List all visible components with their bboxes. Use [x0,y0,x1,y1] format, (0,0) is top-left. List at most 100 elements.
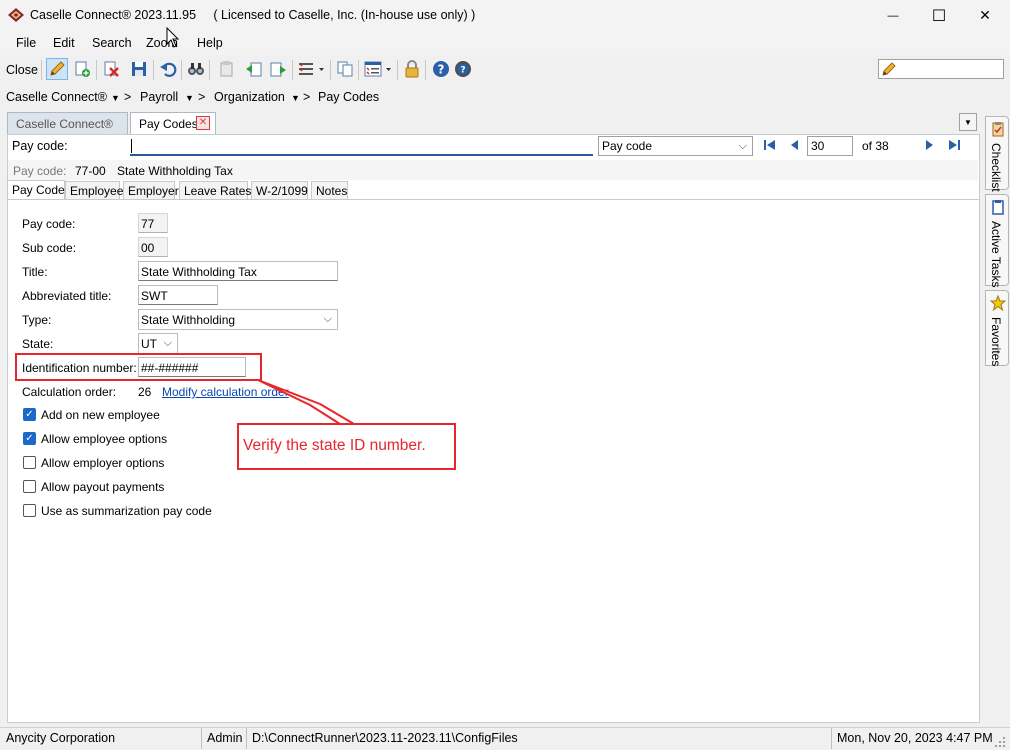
tab-leave-rates[interactable]: Leave Rates [179,181,251,200]
export-button[interactable] [267,58,289,80]
next-record-icon[interactable] [922,138,936,152]
breadcrumb-separator: > [198,90,206,104]
toolbar-separator [425,60,426,80]
toolbar-separator [397,60,398,80]
breadcrumb-caselle[interactable]: Caselle Connect® [6,90,107,104]
tab-employer[interactable]: Employer [123,181,179,200]
allow-payout-payments-label: Allow payout payments [41,480,165,494]
status-organization: Anycity Corporation [6,731,116,745]
help-button[interactable]: ? [430,58,452,80]
side-tab-active-tasks-label: Active Tasks [989,221,1003,288]
export-icon [270,62,286,77]
save-button[interactable] [128,58,150,80]
status-separator [246,728,247,749]
search-field-select[interactable]: Pay code ⌵ [598,136,753,156]
window-close-button[interactable]: ✕ [962,0,1008,31]
tab-employee[interactable]: Employee [65,181,123,200]
status-path: D:\ConnectRunner\2023.11-2023.11\ConfigF… [252,731,518,745]
star-icon [990,295,1006,311]
calculation-order-label: Calculation order: [22,385,117,399]
tab-overflow-button[interactable]: ▼ [959,113,977,131]
edit-button[interactable] [46,58,68,80]
chevron-down-icon: ⌵ [163,337,172,349]
delete-icon [104,61,119,77]
add-record-button[interactable] [71,58,93,80]
breadcrumb-dropdown-icon[interactable]: ▼ [291,93,300,103]
tab-notes[interactable]: Notes [311,181,348,200]
record-info-label: Pay code: [13,164,67,178]
delete-button[interactable] [100,58,122,80]
tab-pay-code[interactable]: Pay Code [7,180,65,200]
allow-payout-payments-checkbox[interactable] [23,480,36,493]
save-icon [132,62,146,76]
find-button[interactable] [185,58,207,80]
toolbar-separator [41,60,42,80]
breadcrumb-organization[interactable]: Organization [214,90,285,104]
side-tab-favorites[interactable]: Favorites [985,290,1009,366]
previous-record-icon[interactable] [788,138,802,152]
svg-text:?: ? [460,66,465,76]
sub-code-value: 00 [138,237,168,257]
undo-button[interactable] [157,58,179,80]
help-topics-icon: ? [455,61,471,77]
import-button[interactable] [243,58,265,80]
pay-code-search-input[interactable] [130,136,593,156]
breadcrumb-separator: > [303,90,311,104]
copy-button[interactable] [334,58,356,80]
toolbar-separator [96,60,97,80]
menu-search[interactable]: Search [92,36,132,50]
lock-icon [405,60,419,78]
breadcrumb-pay-codes[interactable]: Pay Codes [318,90,379,104]
add-on-new-employee-label: Add on new employee [41,408,160,422]
maximize-icon: ☐ [931,7,947,25]
close-icon: ✕ [979,7,991,23]
list-options-button[interactable] [296,58,326,80]
menu-edit[interactable]: Edit [53,36,75,50]
close-icon: ✕ [198,117,208,128]
allow-employer-options-checkbox[interactable] [23,456,36,469]
record-number-input[interactable]: 30 [807,136,853,156]
allow-employee-options-checkbox[interactable]: ✓ [23,432,36,445]
menu-help[interactable]: Help [197,36,223,50]
tab-w2-1099[interactable]: W-2/1099 [251,181,308,200]
first-record-icon[interactable] [763,138,777,152]
toolbar-separator [330,60,331,80]
toolbar-note-field[interactable] [878,59,1004,79]
maximize-button[interactable]: ☐ [916,0,962,31]
last-record-icon[interactable] [947,138,961,152]
doc-tab-caselle-connect[interactable]: Caselle Connect® [7,112,128,134]
menu-file[interactable]: File [16,36,36,50]
calculation-order-value: 26 [138,385,152,399]
breadcrumb-dropdown-icon[interactable]: ▼ [111,93,120,103]
use-as-summarization-checkbox[interactable] [23,504,36,517]
active-tasks-icon [992,200,1004,215]
type-value: State Withholding [141,313,236,327]
type-select[interactable]: State Withholding ⌵ [138,309,338,330]
layout-button[interactable] [362,58,394,80]
abbreviated-title-label: Abbreviated title: [22,289,112,303]
minimize-button[interactable]: — [870,0,916,31]
status-user: Admin [207,731,243,745]
breadcrumb-separator: > [124,90,132,104]
lock-button[interactable] [401,58,423,80]
breadcrumb-payroll[interactable]: Payroll [140,90,178,104]
pencil-icon [882,62,896,76]
type-label: Type: [22,313,52,327]
abbreviated-title-input[interactable]: SWT [138,285,218,305]
resize-grip-icon[interactable] [994,736,1006,748]
annotation-callout-text: Verify the state ID number. [243,437,426,454]
add-on-new-employee-checkbox[interactable]: ✓ [23,408,36,421]
window-title: Caselle Connect® 2023.11.95 ( Licensed t… [30,8,476,22]
help-topics-button[interactable]: ? [452,58,474,80]
edit-icon [50,61,65,76]
side-tab-checklist[interactable]: Checklist [985,116,1009,192]
side-tab-active-tasks[interactable]: Active Tasks [985,194,1009,288]
title-input[interactable]: State Withholding Tax [138,261,338,281]
doc-tab-close-button[interactable]: ✕ [196,116,210,130]
report-button[interactable] [215,58,237,80]
breadcrumb-dropdown-icon[interactable]: ▼ [185,93,194,103]
toolbar-close-button[interactable]: Close [6,63,38,77]
svg-text:?: ? [438,63,445,77]
state-select[interactable]: UT ⌵ [138,333,178,354]
annotation-pointer [257,379,355,425]
